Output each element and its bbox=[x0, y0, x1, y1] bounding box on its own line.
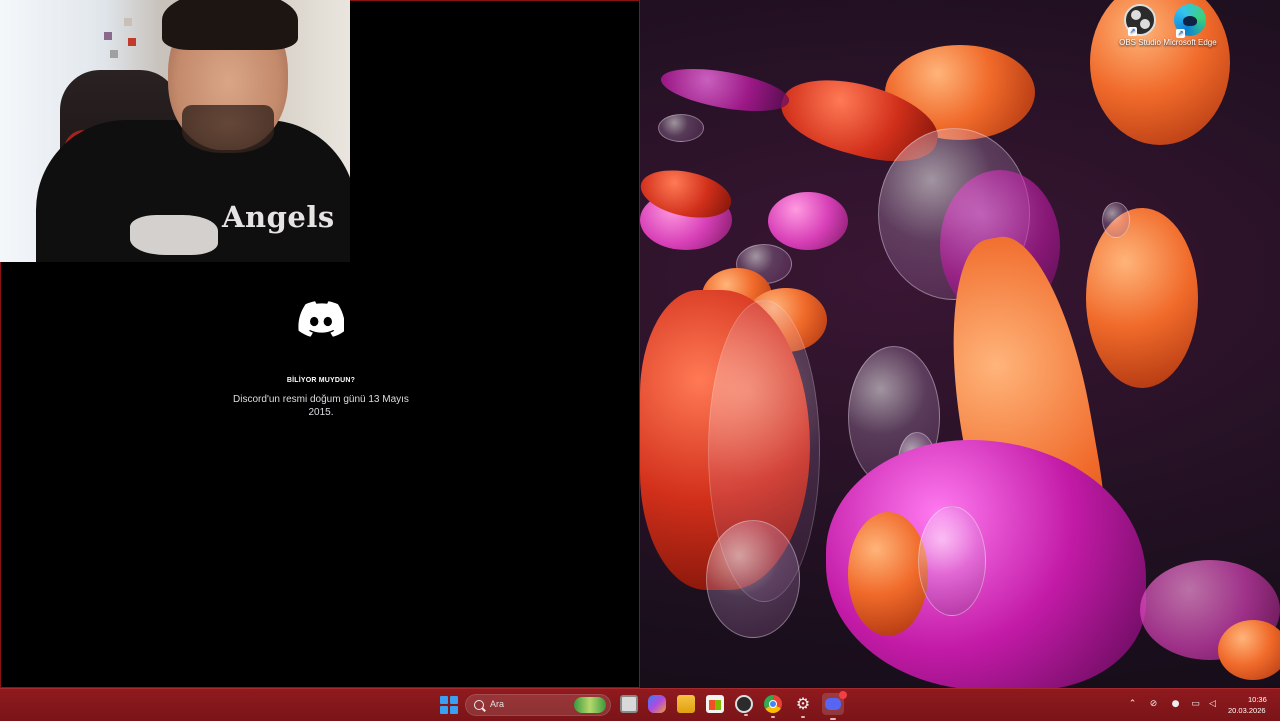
wallpaper-blob bbox=[1102, 202, 1130, 238]
webcam-overlay: Angels bbox=[0, 0, 350, 262]
discord-logo-icon bbox=[298, 301, 345, 337]
desktop-icon-microsoft-edge[interactable]: ↗ Microsoft Edge bbox=[1162, 4, 1218, 48]
display-icon[interactable]: ▭ bbox=[1191, 700, 1200, 709]
obs-studio-icon: ↗ bbox=[1124, 4, 1156, 36]
search-highlight-icon bbox=[574, 697, 606, 713]
person-beard bbox=[182, 105, 274, 153]
taskbar: Ara ⚙ ⌃ ⊘ ● ▭ ◁ 10:36 20.03.2026 bbox=[0, 688, 1280, 721]
microphone-icon[interactable]: ● bbox=[1171, 700, 1180, 709]
desktop-icon-label: OBS Studio bbox=[1119, 38, 1161, 47]
copilot-icon[interactable] bbox=[648, 695, 666, 713]
wall-decoration bbox=[110, 50, 118, 58]
start-button[interactable] bbox=[440, 696, 458, 714]
search-placeholder: Ara bbox=[490, 699, 505, 709]
wall-decoration bbox=[104, 32, 112, 40]
network-off-icon[interactable]: ⊘ bbox=[1149, 700, 1158, 709]
wallpaper-blob bbox=[848, 512, 928, 636]
wallpaper-blob bbox=[768, 192, 848, 250]
settings-icon[interactable]: ⚙ bbox=[794, 695, 812, 718]
obs-studio-icon[interactable] bbox=[735, 695, 753, 716]
wallpaper-blob bbox=[1218, 620, 1280, 680]
discord-loading-screen: BİLİYOR MUYDUN? Discord'un resmi doğum g… bbox=[1, 301, 641, 419]
file-explorer-icon[interactable] bbox=[677, 695, 695, 713]
microsoft-store-icon[interactable] bbox=[706, 695, 724, 713]
wall-decoration bbox=[128, 38, 136, 46]
edge-icon: ↗ bbox=[1174, 4, 1206, 38]
discord-taskbar-button[interactable] bbox=[822, 691, 847, 720]
shirt-text: Angels bbox=[222, 200, 335, 234]
person-hair bbox=[162, 0, 298, 50]
tip-title: BİLİYOR MUYDUN? bbox=[286, 377, 356, 384]
task-view-icon[interactable] bbox=[620, 695, 638, 713]
clock-date[interactable]: 20.03.2026 bbox=[1228, 706, 1266, 715]
wallpaper-blob bbox=[1086, 208, 1198, 388]
desktop-icon-obs-studio[interactable]: ↗ OBS Studio bbox=[1112, 4, 1168, 48]
chrome-icon[interactable] bbox=[764, 695, 782, 718]
clock-time[interactable]: 10:36 bbox=[1248, 695, 1267, 704]
tip-body: Discord'un resmi doğum günü 13 Mayıs 201… bbox=[233, 394, 409, 418]
wallpaper-blob bbox=[706, 520, 800, 638]
desktop-icon-label: Microsoft Edge bbox=[1163, 38, 1217, 47]
wallpaper-blob bbox=[657, 60, 793, 120]
notification-badge bbox=[839, 691, 847, 699]
wallpaper-blob bbox=[918, 506, 986, 616]
volume-icon[interactable]: ◁ bbox=[1208, 700, 1217, 709]
taskbar-search[interactable]: Ara bbox=[465, 694, 611, 716]
wallpaper-blob bbox=[658, 114, 704, 142]
discord-icon bbox=[825, 698, 841, 710]
shirt-print bbox=[130, 215, 218, 255]
wall-decoration bbox=[124, 18, 132, 26]
search-icon bbox=[474, 700, 484, 710]
chevron-up-icon[interactable]: ⌃ bbox=[1128, 700, 1137, 709]
